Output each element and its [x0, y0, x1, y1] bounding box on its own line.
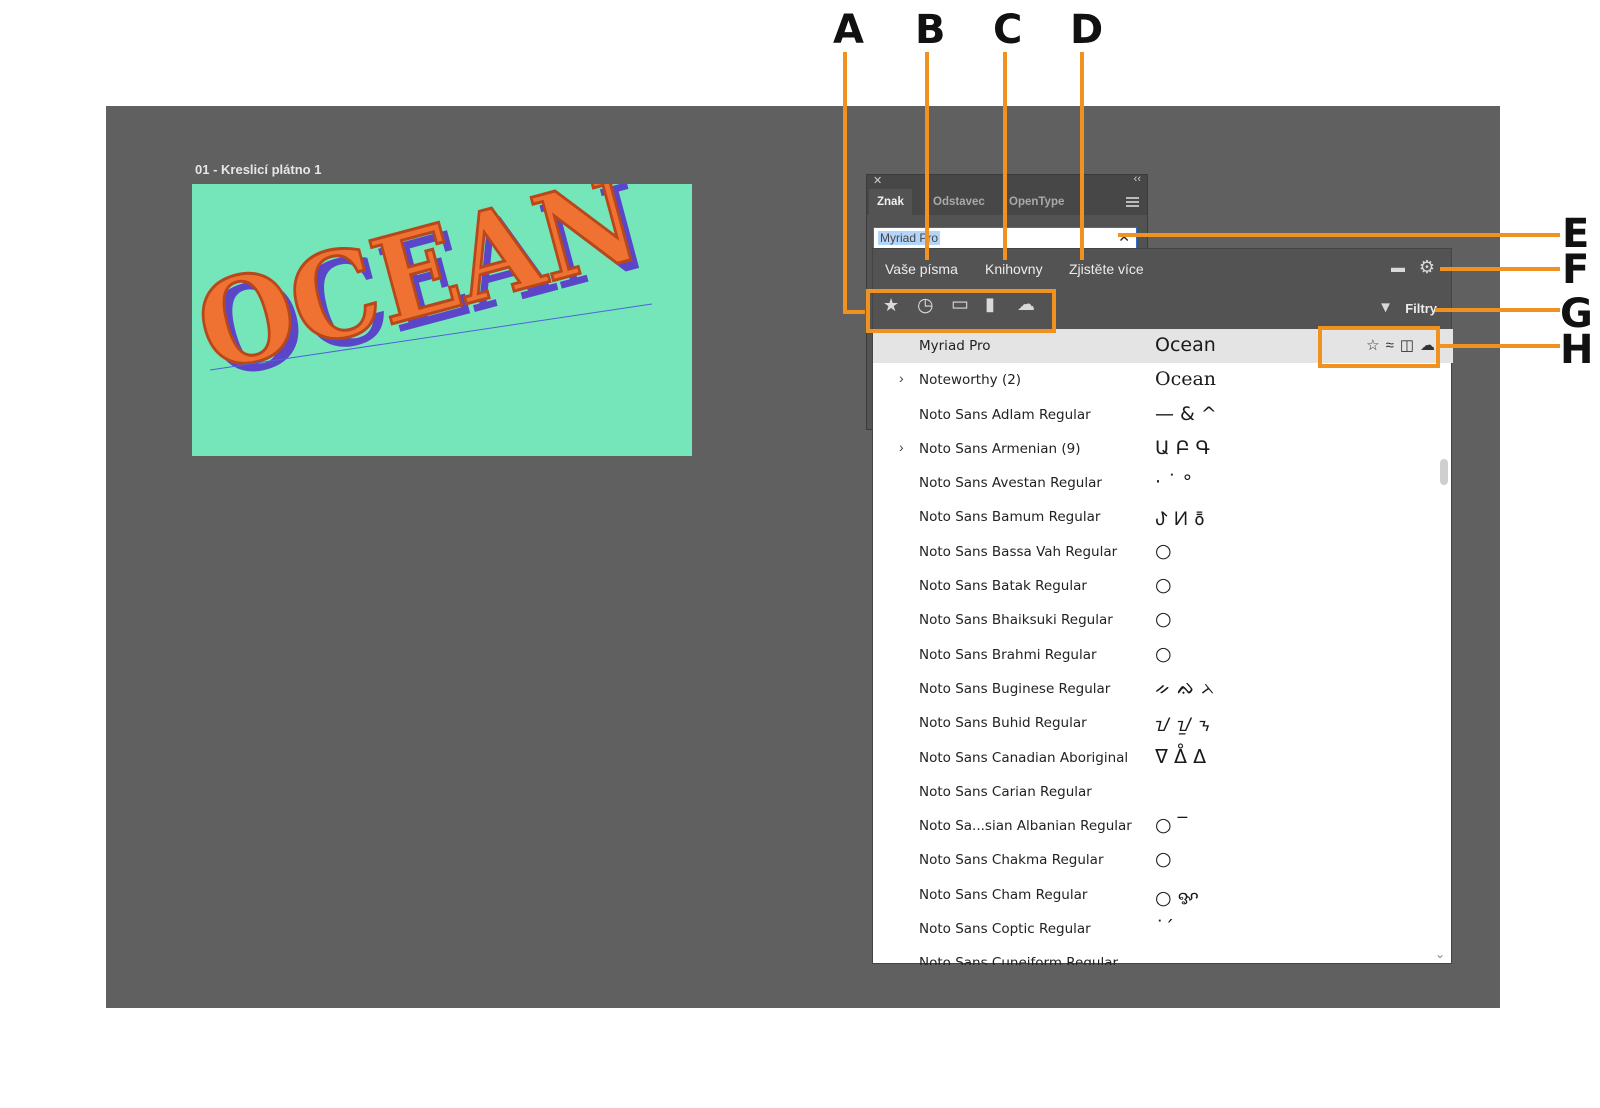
font-name: Noto Sans Brahmi Regular	[919, 646, 1097, 663]
callout-a: A	[833, 7, 864, 53]
font-name: Noto Sans Bhaiksuki Regular	[919, 612, 1113, 629]
font-sample: Ա Բ Գ	[1155, 436, 1210, 459]
font-list[interactable]: Myriad Pro Ocean ☆≈◫☁ › Noteworthy (2) Ocean N…	[873, 329, 1453, 965]
tab-znak[interactable]: Znak	[869, 189, 912, 215]
font-name: Noto Sans Cuneiform Regular	[919, 955, 1119, 965]
font-sample: ꚠ ꚡ ꚢ	[1155, 508, 1205, 531]
font-sample: Ocean	[1155, 368, 1217, 391]
font-row[interactable]: Noto Sans Buhid Regular ᝀ ᝁ ᝂ	[873, 706, 1453, 740]
callout-b: B	[915, 7, 946, 53]
gear-icon[interactable]: ⚙	[1419, 257, 1435, 278]
font-row[interactable]: › Noteworthy (2) Ocean	[873, 363, 1453, 397]
font-row[interactable]: Noto Sans Adlam Regular — & ^	[873, 398, 1453, 432]
callout-line-f	[1440, 267, 1560, 271]
font-row[interactable]: Noto Sans Bassa Vah Regular ○	[873, 535, 1453, 569]
filter-button[interactable]: Filtry	[1405, 301, 1437, 316]
callout-line-g	[1435, 308, 1560, 312]
callout-line-b	[925, 52, 929, 260]
artboard[interactable]: OCEAN OCEAN	[192, 184, 692, 456]
font-row[interactable]: › Noto Sans Armenian (9) Ա Բ Գ	[873, 432, 1453, 466]
callout-line-a	[843, 52, 847, 314]
tab-odstavec[interactable]: Odstavec	[925, 189, 993, 215]
font-sample: ˙ˊ	[1155, 917, 1174, 940]
font-sample: ○	[1155, 539, 1172, 562]
feedback-icon[interactable]: ▬	[1391, 259, 1405, 275]
font-row[interactable]: Noto Sans Avestan Regular · ˙ °	[873, 466, 1453, 500]
tab-find-more[interactable]: Zjistěte více	[1069, 261, 1144, 277]
callout-line-d	[1080, 52, 1084, 260]
font-name: Noto Sans Coptic Regular	[919, 921, 1091, 938]
font-name: Noto Sans Batak Regular	[919, 578, 1087, 595]
font-row[interactable]: Noto Sans Brahmi Regular ○	[873, 638, 1453, 672]
font-row[interactable]: Noto Sans Chakma Regular ○	[873, 843, 1453, 877]
font-search-value: Myriad Pro	[878, 231, 941, 245]
font-row[interactable]: Noto Sans Cham Regular ○ ꨀ	[873, 878, 1453, 912]
callout-h: H	[1560, 327, 1594, 373]
tab-your-fonts[interactable]: Vaše písma	[885, 261, 958, 277]
font-name: Noto Sans Canadian Aboriginal	[919, 749, 1129, 766]
font-name: Noto Sans Cham Regular	[919, 886, 1088, 903]
font-name: Noto Sans Bassa Vah Regular	[919, 543, 1118, 560]
font-sample: — & ^	[1155, 402, 1217, 425]
font-name: Noteworthy (2)	[919, 372, 1022, 389]
font-sample: ᐁ ᐂ ᐃ	[1155, 745, 1207, 768]
panel-menu-icon[interactable]	[1126, 197, 1139, 207]
expand-chevron-icon[interactable]: ›	[899, 439, 904, 455]
font-row[interactable]: Noto Sans Carian Regular	[873, 775, 1453, 809]
tab-libraries[interactable]: Knihovny	[985, 261, 1043, 277]
expand-chevron-icon[interactable]: ›	[899, 370, 904, 386]
callout-line-c	[1003, 52, 1007, 260]
font-sample: ○ ꨀ	[1155, 886, 1199, 909]
clear-search-icon[interactable]: ✕	[1118, 229, 1130, 246]
font-name: Noto Sans Bamum Regular	[919, 509, 1101, 526]
font-sample: Ocean	[1155, 334, 1216, 356]
font-row[interactable]: Noto Sans Bamum Regular ꚠ ꚡ ꚢ	[873, 500, 1453, 534]
font-name: Noto Sa...sian Albanian Regular	[919, 818, 1132, 835]
font-name: Noto Sans Buginese Regular	[919, 680, 1111, 697]
callout-line-a-tick	[843, 310, 865, 314]
font-row[interactable]: Noto Sans Coptic Regular ˙ˊ	[873, 912, 1453, 946]
font-sample: · ˙ °	[1155, 471, 1193, 494]
font-name: Noto Sans Avestan Regular	[919, 475, 1102, 492]
font-row[interactable]: Noto Sans Canadian Aboriginal ᐁ ᐂ ᐃ	[873, 741, 1453, 775]
font-name: Noto Sans Armenian (9)	[919, 440, 1081, 457]
font-name: Noto Sans Chakma Regular	[919, 852, 1104, 869]
callout-d: D	[1070, 7, 1104, 53]
font-name: Noto Sans Adlam Regular	[919, 406, 1091, 423]
callout-line-h	[1440, 344, 1560, 348]
ocean-artwork[interactable]: OCEAN OCEAN	[192, 184, 692, 456]
artboard-label: 01 - Kreslicí plátno 1	[195, 162, 322, 177]
font-sample: ᝀ ᝁ ᝂ	[1155, 714, 1211, 737]
callout-c: C	[993, 7, 1023, 53]
font-sample: ○	[1155, 848, 1172, 871]
tab-opentype[interactable]: OpenType	[1001, 189, 1072, 215]
font-name: Noto Sans Carian Regular	[919, 783, 1092, 800]
callout-line-e	[1118, 233, 1560, 237]
font-sample: ᨀ ᨁ ᨂ	[1155, 676, 1216, 699]
scroll-down-icon[interactable]: ⌄	[1435, 947, 1445, 961]
artwork-text: OCEAN	[192, 184, 652, 399]
filter-icon[interactable]: ▼	[1378, 299, 1393, 316]
font-row[interactable]: Noto Sans Buginese Regular ᨀ ᨁ ᨂ	[873, 672, 1453, 706]
callout-box-h	[1318, 326, 1440, 368]
font-sample: ○	[1155, 642, 1172, 665]
font-sample: ○	[1155, 574, 1172, 597]
font-name: Myriad Pro	[919, 338, 991, 354]
font-sample: ○	[1155, 608, 1172, 631]
font-name: Noto Sans Buhid Regular	[919, 715, 1087, 732]
callout-box-a	[866, 289, 1056, 333]
callout-f: F	[1562, 247, 1590, 293]
panel-collapse-icon[interactable]: ‹‹	[1134, 173, 1141, 185]
font-row[interactable]: Noto Sans Cuneiform Regular	[873, 946, 1453, 965]
font-row[interactable]: Noto Sans Bhaiksuki Regular ○	[873, 603, 1453, 637]
font-row[interactable]: Noto Sa...sian Albanian Regular ○ ‾	[873, 809, 1453, 843]
font-sample: ○ ‾	[1155, 814, 1188, 837]
panel-close-icon[interactable]: ✕	[873, 174, 882, 187]
font-row[interactable]: Noto Sans Batak Regular ○	[873, 569, 1453, 603]
scrollbar-thumb[interactable]	[1440, 459, 1448, 485]
